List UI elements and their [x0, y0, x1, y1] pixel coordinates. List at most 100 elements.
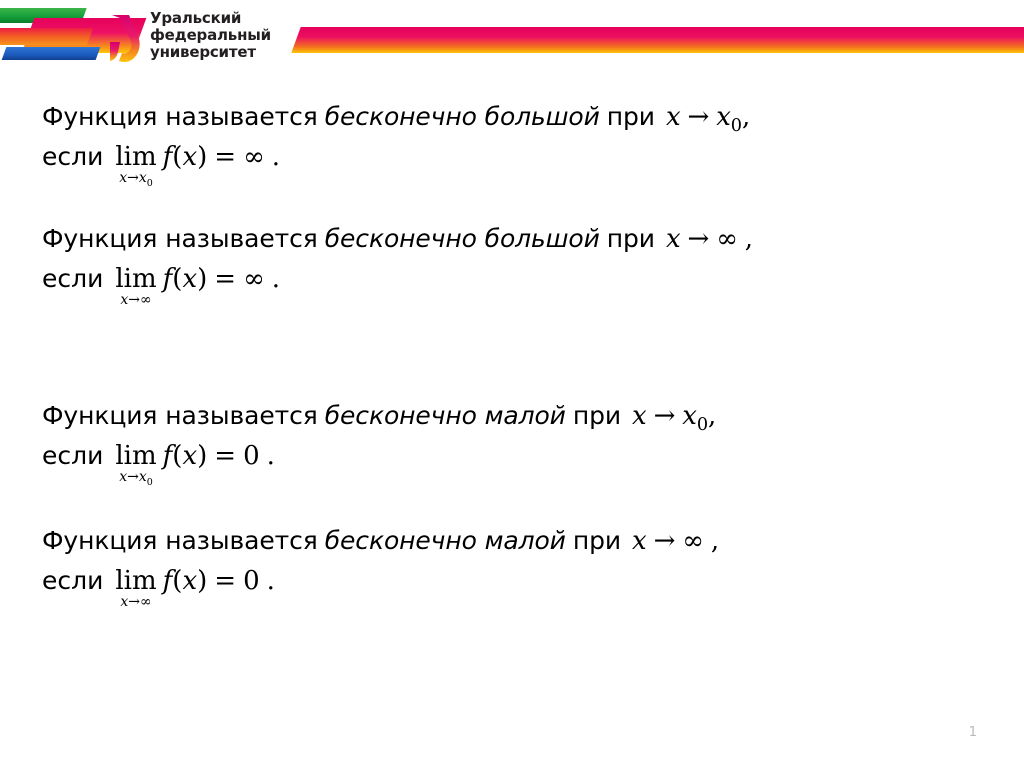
equals-sign: = — [214, 264, 237, 294]
limit-result: 0 — [243, 566, 260, 596]
function-paren-open: ( — [172, 566, 183, 596]
limit-target: x — [682, 401, 697, 431]
statement-term: бесконечно большой — [324, 102, 600, 131]
limit-sub-target-subscript: 0 — [146, 476, 153, 488]
statement-mid: при — [572, 401, 621, 430]
page-number: 1 — [968, 725, 977, 740]
statement-tail: , — [741, 102, 751, 132]
definition-block-infinitely-large-at-x0: Функция называется бесконечно большой при x… — [42, 102, 751, 188]
limit-sub-variable: x — [119, 469, 128, 485]
arrow-glyph: → — [653, 526, 676, 556]
sentence-period: . — [271, 142, 280, 172]
definition-block-infinitesimal-at-infinity: Функция называется бесконечно малой при x → ∞… — [42, 528, 719, 609]
limit-result: 0 — [243, 441, 260, 471]
ribbon-stripe-red-orange — [0, 28, 94, 45]
statement-line: Функция называется бесконечно большой при x… — [42, 102, 751, 135]
limit-formula: lim x→x0 f(x) = ∞. — [115, 142, 280, 188]
arrow-glyph: → — [687, 102, 710, 132]
function-name: f — [162, 142, 173, 172]
limit-operator-label: lim — [115, 142, 157, 172]
brand-header-band: Уральский федеральный университет — [0, 0, 1024, 78]
limit-result: ∞ — [243, 264, 265, 294]
condition-line: если lim x→x0 f(x) = 0. — [42, 441, 716, 487]
definition-block-infinitely-large-at-infinity: Функция называется бесконечно большой при x… — [42, 226, 753, 307]
condition-word: если — [42, 264, 104, 293]
condition-line: если lim x→x0 f(x) = ∞. — [42, 142, 750, 188]
limit-variable: x — [632, 401, 647, 431]
statement-tail: , — [744, 224, 753, 254]
brand-wordmark-line-3: университет — [150, 42, 256, 61]
limit-operator-label: lim — [115, 441, 157, 471]
statement-limit-expression: x → ∞, — [666, 224, 753, 254]
statement-lead: Функция называется — [42, 224, 318, 253]
function-paren-close: ) — [197, 566, 208, 596]
function-paren-open: ( — [172, 264, 183, 294]
condition-line: если lim x→∞ f(x) = 0. — [42, 568, 719, 609]
arrow-glyph: → — [653, 401, 676, 431]
statement-mid: при — [572, 526, 621, 555]
brand-ribbon-right — [291, 27, 1024, 53]
function-argument: x — [182, 264, 198, 294]
limit-operator-subscript: x→x0 — [119, 469, 153, 487]
limit-target-subscript: 0 — [696, 415, 708, 436]
limit-formula: lim x→∞ f(x) = ∞. — [115, 266, 280, 307]
equals-sign: = — [214, 566, 237, 596]
equals-sign: = — [214, 441, 237, 471]
statement-limit-expression: x → x0, — [632, 401, 716, 434]
statement-limit-expression: x → x0, — [665, 102, 751, 135]
brand-wordmark: Уральский федеральный университет — [150, 10, 310, 60]
limit-operator: lim x→∞ — [115, 266, 156, 307]
limit-sub-arrow: → — [127, 469, 139, 485]
limit-formula: lim x→∞ f(x) = 0. — [115, 568, 275, 609]
statement-lead: Функция называется — [42, 526, 318, 555]
equals-sign: = — [214, 142, 237, 172]
limit-operator-subscript: x→x0 — [119, 170, 153, 188]
limit-variable: x — [665, 102, 681, 132]
ribbon-stripe-blue — [1, 47, 101, 60]
limit-operator-subscript: x→∞ — [120, 293, 151, 307]
statement-mid: при — [606, 102, 655, 131]
limit-result: ∞ — [243, 142, 265, 172]
brand-wordmark-line-2: федеральный — [150, 25, 271, 44]
function-argument: x — [182, 441, 198, 471]
sentence-period: . — [271, 264, 280, 294]
sentence-period: . — [266, 566, 275, 596]
function-paren-open: ( — [172, 441, 183, 471]
limit-operator-label: lim — [115, 566, 157, 596]
function-name: f — [162, 566, 173, 596]
statement-lead: Функция называется — [42, 401, 318, 430]
statement-term: бесконечно малой — [324, 401, 566, 430]
limit-target: ∞ — [682, 526, 704, 556]
limit-sub-target-subscript: 0 — [146, 177, 153, 189]
statement-line: Функция называется бесконечно малой при x → ∞… — [42, 528, 719, 554]
limit-variable: x — [632, 526, 647, 556]
limit-target-subscript: 0 — [730, 116, 742, 137]
limit-target: ∞ — [716, 224, 738, 254]
limit-variable: x — [665, 224, 681, 254]
function-paren-close: ) — [197, 264, 208, 294]
condition-word: если — [42, 142, 104, 171]
sentence-period: . — [266, 441, 275, 471]
slide-content: Функция называется бесконечно большой при x… — [0, 78, 1024, 767]
statement-mid: при — [606, 224, 655, 253]
condition-word: если — [42, 566, 104, 595]
function-argument: x — [182, 566, 198, 596]
statement-lead: Функция называется — [42, 102, 318, 131]
limit-operator: lim x→∞ — [115, 568, 156, 609]
arrow-glyph: → — [687, 224, 710, 254]
brand-wordmark-line-1: Уральский — [150, 9, 242, 27]
limit-sub-arrow: → — [127, 170, 139, 186]
function-name: f — [162, 264, 173, 294]
condition-line: если lim x→∞ f(x) = ∞. — [42, 266, 753, 307]
definition-block-infinitesimal-at-x0: Функция называется бесконечно малой при x → x… — [42, 401, 716, 487]
limit-sub-arrow: → — [128, 594, 140, 610]
limit-sub-target: x — [138, 170, 147, 186]
function-paren-close: ) — [197, 142, 208, 172]
ural-federal-university-u-mark-icon — [108, 12, 148, 64]
statement-term: бесконечно большой — [324, 224, 600, 253]
limit-operator: lim x→x0 — [115, 142, 157, 188]
limit-sub-target: ∞ — [139, 594, 152, 610]
statement-term: бесконечно малой — [324, 526, 566, 555]
condition-word: если — [42, 441, 104, 470]
statement-line: Функция называется бесконечно большой при x… — [42, 226, 753, 252]
